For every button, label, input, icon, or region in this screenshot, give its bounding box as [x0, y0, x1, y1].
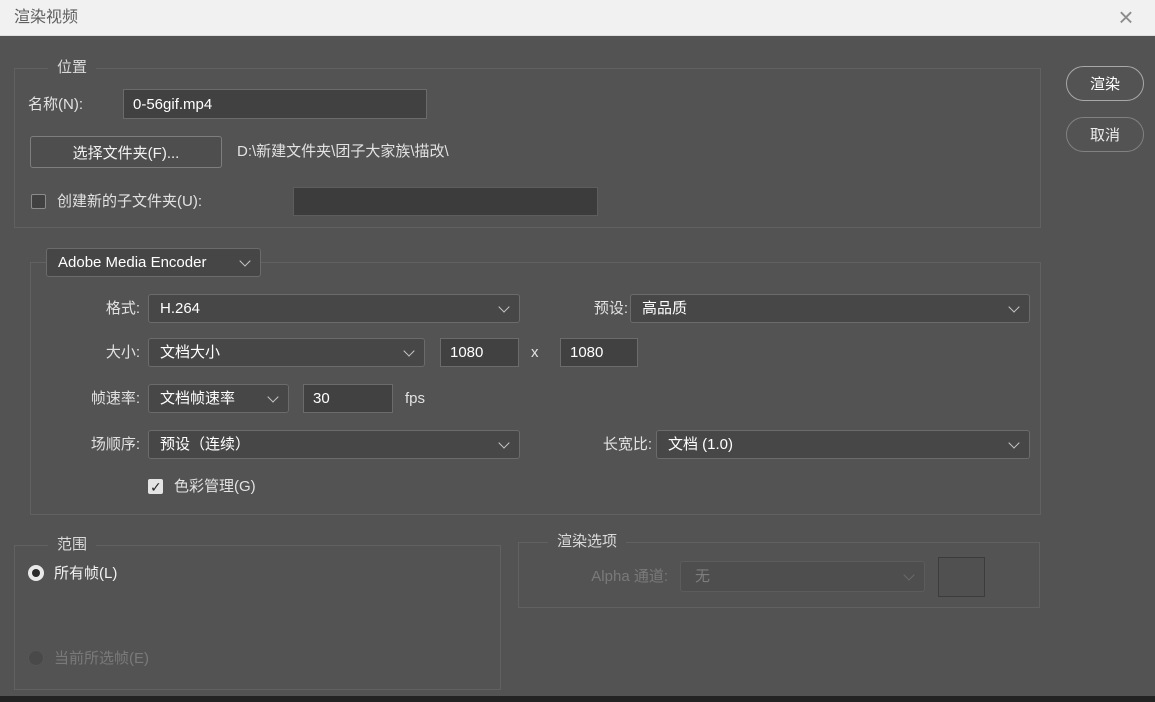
cancel-button[interactable]: 取消 — [1066, 117, 1144, 152]
subfolder-name-input — [293, 187, 598, 216]
render-button[interactable]: 渲染 — [1066, 66, 1144, 101]
file-name-input[interactable] — [123, 89, 427, 119]
all-frames-label: 所有帧(L) — [54, 565, 118, 582]
chevron-down-icon — [267, 390, 279, 403]
chevron-down-icon — [498, 436, 510, 449]
folder-path-text: D:\新建文件夹\团子大家族\描改\ — [237, 143, 449, 160]
all-frames-radio[interactable] — [28, 565, 44, 581]
current-frames-label: 当前所选帧(E) — [54, 650, 149, 667]
chevron-down-icon — [403, 344, 415, 357]
chevron-down-icon — [903, 568, 915, 581]
chevron-down-icon — [239, 254, 251, 267]
aspect-select-value: 文档 (1.0) — [668, 436, 734, 453]
preset-select-value: 高品质 — [642, 300, 688, 317]
preset-select[interactable]: 高品质 — [630, 294, 1030, 323]
field-order-select[interactable]: 预设（连续） — [148, 430, 520, 459]
chevron-down-icon — [1008, 436, 1020, 449]
alpha-swatch-box — [938, 557, 985, 597]
create-subfolder-label: 创建新的子文件夹(U): — [57, 193, 202, 210]
framerate-label: 帧速率: — [90, 390, 140, 407]
format-select[interactable]: H.264 — [148, 294, 520, 323]
framerate-select[interactable]: 文档帧速率 — [148, 384, 289, 413]
size-width-input[interactable] — [440, 338, 519, 367]
aspect-label: 长宽比: — [602, 436, 652, 453]
chevron-down-icon — [1008, 300, 1020, 313]
file-name-label: 名称(N): — [28, 96, 83, 113]
field-order-select-value: 预设（连续） — [160, 436, 251, 453]
size-select-value: 文档大小 — [160, 344, 221, 361]
choose-folder-button[interactable]: 选择文件夹(F)... — [30, 136, 222, 168]
format-label: 格式: — [105, 300, 140, 317]
bottom-edge-strip — [0, 696, 1155, 702]
color-management-checkbox[interactable] — [148, 479, 163, 496]
dialog-title: 渲染视频 — [14, 9, 79, 26]
size-height-input[interactable] — [560, 338, 638, 367]
fps-input[interactable] — [303, 384, 393, 413]
fps-unit-label: fps — [405, 390, 426, 407]
color-management-label: 色彩管理(G) — [174, 478, 256, 495]
framerate-select-value: 文档帧速率 — [160, 390, 236, 407]
render-options-legend: 渲染选项 — [548, 532, 627, 552]
create-subfolder-checkbox[interactable] — [31, 194, 46, 209]
title-bar: 渲染视频 — [0, 0, 1155, 36]
field-order-label: 场顺序: — [90, 436, 140, 453]
alpha-channel-label: Alpha 通道: — [591, 568, 668, 585]
preset-label: 预设: — [593, 300, 628, 317]
range-legend: 范围 — [48, 535, 97, 555]
close-icon[interactable] — [1105, 0, 1147, 36]
size-label: 大小: — [105, 344, 140, 361]
size-select[interactable]: 文档大小 — [148, 338, 425, 367]
alpha-channel-select-value: 无 — [695, 568, 711, 585]
location-legend: 位置 — [48, 58, 97, 78]
chevron-down-icon — [498, 300, 510, 313]
aspect-select[interactable]: 文档 (1.0) — [656, 430, 1030, 459]
alpha-channel-select: 无 — [680, 561, 925, 592]
size-separator: x — [531, 344, 539, 361]
current-frames-radio — [28, 650, 44, 666]
render-video-dialog: 渲染视频 渲染 取消 位置 名称(N): 选择文件夹(F)... D:\新建文件… — [0, 0, 1155, 702]
encoder-select[interactable]: Adobe Media Encoder — [46, 248, 261, 277]
encoder-select-value: Adobe Media Encoder — [58, 254, 207, 271]
format-select-value: H.264 — [160, 300, 201, 317]
